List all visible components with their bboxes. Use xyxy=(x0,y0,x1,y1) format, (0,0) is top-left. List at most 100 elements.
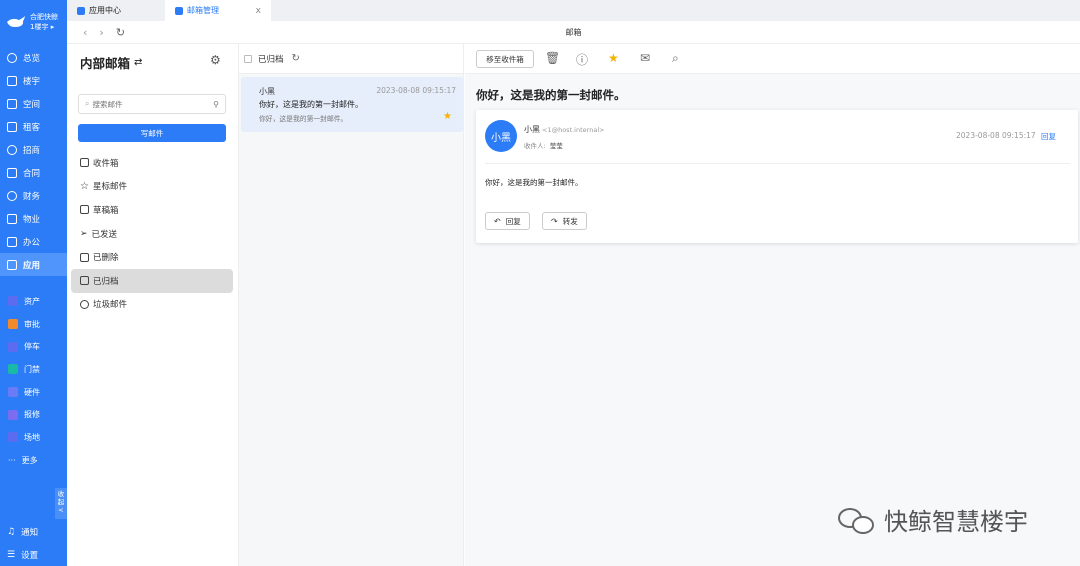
app-item-repair[interactable]: 报修 xyxy=(0,403,67,426)
folder-list: 收件箱 ☆ 星标邮件 草稿箱 ➢ 已发送 已删除 已归档 垃圾邮件 xyxy=(71,151,233,316)
parking-icon xyxy=(8,341,18,352)
folder-inbox[interactable]: 收件箱 xyxy=(71,151,233,175)
investment-icon xyxy=(7,144,17,155)
nav-item-space[interactable]: 空间 xyxy=(0,92,67,115)
folder-archived[interactable]: 已归档 xyxy=(71,268,233,293)
nav-item-building[interactable]: 楼宇 xyxy=(0,69,67,92)
tenant-icon xyxy=(7,121,17,132)
app-item-assets[interactable]: 资产 xyxy=(0,290,67,313)
gear-icon[interactable]: ⚙ xyxy=(210,53,221,67)
mail-from: 小黑 <1@host.internal> xyxy=(524,125,605,134)
building-icon xyxy=(7,75,17,86)
access-control-icon xyxy=(8,364,18,375)
nav-item-property[interactable]: 物业 xyxy=(0,207,67,230)
collapse-sidebar-button[interactable]: 收 起 < xyxy=(55,488,67,519)
finance-icon xyxy=(7,190,17,201)
app-center-icon xyxy=(77,6,85,15)
archive-icon xyxy=(80,276,89,286)
nav-item-contract[interactable]: 合同 xyxy=(0,161,67,184)
nav-item-settings[interactable]: ☰ 设置 xyxy=(0,543,67,566)
app-item-approval[interactable]: 审批 xyxy=(0,313,67,336)
search-icon: ⌕ xyxy=(85,99,90,108)
move-to-inbox-button[interactable]: 移至收件箱 xyxy=(476,50,534,68)
app-item-more[interactable]: ··· 更多 xyxy=(0,449,67,472)
tab-mail-management[interactable]: 邮箱管理 x xyxy=(165,0,271,21)
star-icon[interactable]: ★ xyxy=(443,111,452,122)
more-dots-icon: ··· xyxy=(8,455,16,465)
folder-starred[interactable]: ☆ 星标邮件 xyxy=(71,175,233,199)
search-input[interactable] xyxy=(92,99,214,109)
filter-icon[interactable]: ⚲ xyxy=(213,100,219,109)
org-name: 合肥快鲸 1楼宇 ▸ xyxy=(30,13,58,31)
nav-item-dashboard[interactable]: 总览 xyxy=(0,46,67,69)
page-title: 邮箱 xyxy=(565,28,582,37)
search-icon[interactable]: ⌕ xyxy=(672,51,679,66)
star-outline-icon: ☆ xyxy=(80,180,89,192)
page-toolbar: 邮箱 ‹ › ↻ xyxy=(67,21,1080,44)
menu-icon: ☰ xyxy=(7,549,16,560)
trash-icon xyxy=(80,252,89,262)
back-icon[interactable]: ‹ xyxy=(83,26,87,39)
nav-item-apps[interactable]: 应用 xyxy=(0,253,67,276)
dashboard-icon xyxy=(7,52,17,63)
folder-spam[interactable]: 垃圾邮件 xyxy=(71,293,233,317)
mailbox-panel: 内部邮箱⇄ ⚙ ⌕ ⚲ 写邮件 收件箱 ☆星标邮件 草稿箱 ➢已发送 已删除 已… xyxy=(67,44,238,566)
forward-button[interactable]: ↷ 转发 xyxy=(542,212,587,230)
star-icon[interactable]: ★ xyxy=(608,51,619,65)
compose-button[interactable]: 写邮件 xyxy=(78,124,226,142)
forward-icon: ↷ xyxy=(551,216,558,226)
app-shortcuts: 资产 审批 停车 门禁 硬件 报修 场地 ··· 更多 xyxy=(0,290,67,472)
swap-icon[interactable]: ⇄ xyxy=(134,57,142,68)
report-icon[interactable]: ⓘ xyxy=(576,51,588,68)
reply-link[interactable]: 回复 xyxy=(1041,131,1056,142)
item-preview: 你好，这是我的第一封邮件。 xyxy=(259,115,348,123)
nav-item-office[interactable]: 办公 xyxy=(0,230,67,253)
select-all-checkbox[interactable] xyxy=(244,54,252,63)
mailbox-title[interactable]: 内部邮箱 ⇄ xyxy=(80,53,142,72)
wechat-icon xyxy=(836,504,880,536)
nav-item-notify[interactable]: ♫ 通知 xyxy=(0,520,67,543)
folder-drafts[interactable]: 草稿箱 xyxy=(71,198,233,222)
reply-button[interactable]: ↶ 回复 xyxy=(485,212,530,230)
tab-bar: 应用中心 邮箱管理 x xyxy=(67,0,1080,21)
app-item-venue[interactable]: 场地 xyxy=(0,426,67,449)
refresh-icon[interactable]: ↻ xyxy=(116,26,125,39)
mail-list-item[interactable]: 小黑 2023-08-08 09:15:17 你好，这是我的第一封邮件。 你好，… xyxy=(241,77,463,132)
close-tab-icon[interactable]: x xyxy=(256,6,261,16)
apps-icon xyxy=(7,259,17,270)
global-sidebar: 合肥快鲸 1楼宇 ▸ 总览 楼宇 空间 租客 招商 合同 财务 物业 办公 应用… xyxy=(0,0,67,566)
nav-item-tenant[interactable]: 租客 xyxy=(0,115,67,138)
item-sender: 小黑 xyxy=(259,87,275,96)
nav-item-finance[interactable]: 财务 xyxy=(0,184,67,207)
trash-icon[interactable]: 🗑 xyxy=(545,51,560,65)
repair-icon xyxy=(8,409,18,420)
item-time: 2023-08-08 09:15:17 xyxy=(376,86,456,95)
app-item-hardware[interactable]: 硬件 xyxy=(0,381,67,404)
folder-sent[interactable]: ➢ 已发送 xyxy=(71,222,233,246)
contract-icon xyxy=(7,167,17,178)
reader-toolbar: 移至收件箱 🗑 ⓘ ★ ✉ ⌕ xyxy=(465,44,1080,74)
reading-pane: 移至收件箱 🗑 ⓘ ★ ✉ ⌕ 你好，这是我的第一封邮件。 小黑 小黑 <1@ho… xyxy=(465,44,1080,566)
watermark: 快鲸智慧楼宇 xyxy=(836,502,1028,537)
tab-app-center[interactable]: 应用中心 xyxy=(67,0,165,21)
nav-item-investment[interactable]: 招商 xyxy=(0,138,67,161)
mail-card: 小黑 小黑 <1@host.internal> 收件人: 莹莹 2023-08-08… xyxy=(476,110,1078,243)
refresh-icon[interactable]: ↻ xyxy=(292,53,300,64)
whale-logo-icon xyxy=(6,16,26,28)
folder-deleted[interactable]: 已删除 xyxy=(71,245,233,269)
venue-icon xyxy=(8,432,18,443)
mail-list-header: 已归档 ↻ xyxy=(239,44,463,74)
mail-body: 你好，这是我的第一封邮件。 xyxy=(485,178,583,187)
divider xyxy=(485,163,1070,164)
app-item-parking[interactable]: 停车 xyxy=(0,335,67,358)
app-item-access[interactable]: 门禁 xyxy=(0,358,67,381)
forward-icon[interactable]: › xyxy=(99,26,103,39)
mark-read-icon[interactable]: ✉ xyxy=(640,51,650,65)
assets-icon xyxy=(8,296,18,307)
item-subject: 你好，这是我的第一封邮件。 xyxy=(259,100,363,109)
reply-icon: ↶ xyxy=(494,216,501,226)
avatar: 小黑 xyxy=(485,120,517,152)
caret-right-icon: ▸ xyxy=(50,23,55,31)
org-switcher[interactable]: 合肥快鲸 1楼宇 ▸ xyxy=(0,0,67,44)
draft-icon xyxy=(80,205,89,215)
